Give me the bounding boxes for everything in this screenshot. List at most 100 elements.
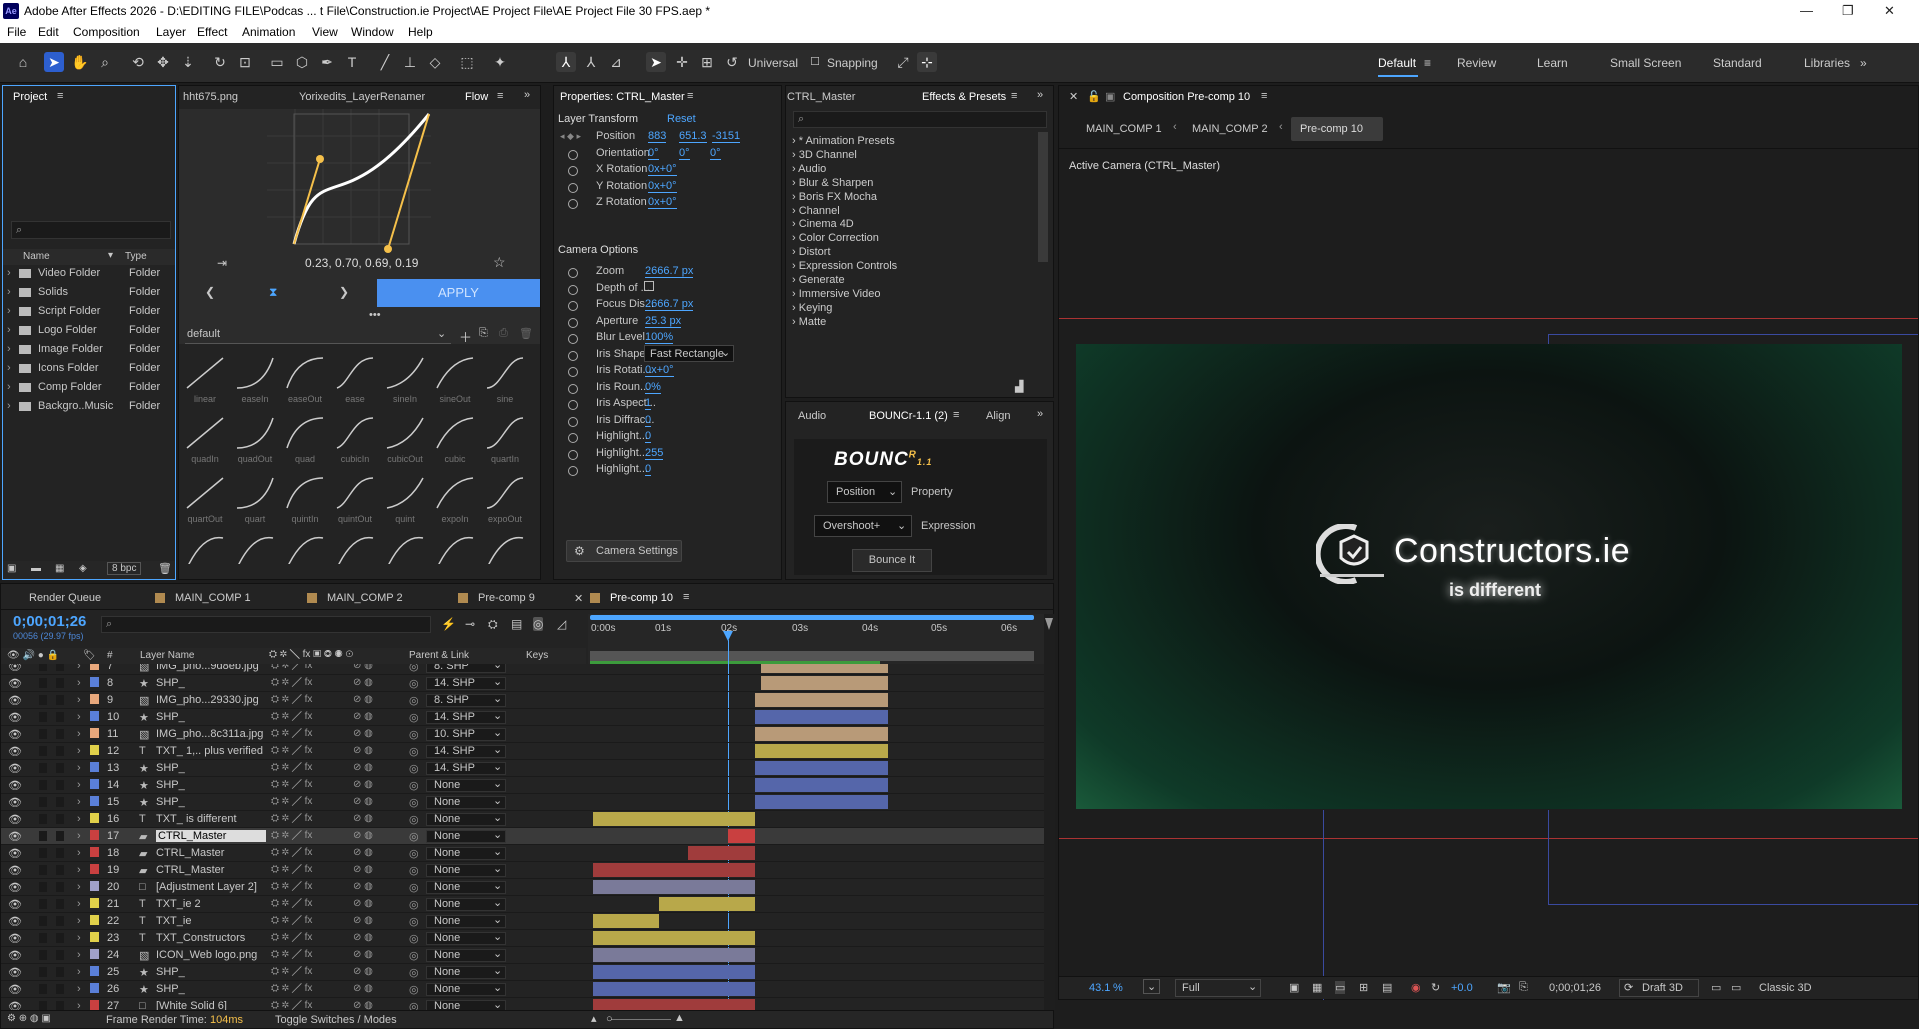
layer-switches[interactable]: ⛭ ✲ ╱ fx bbox=[271, 898, 312, 909]
snap-grid-icon[interactable]: ⊹ bbox=[917, 52, 937, 72]
layer-switches[interactable]: ⛭ ✲ ╱ fx bbox=[271, 728, 312, 739]
layer-name[interactable]: CTRL_Master bbox=[156, 864, 224, 876]
label-color-chip[interactable] bbox=[90, 830, 99, 840]
transform-value[interactable]: 0° bbox=[648, 147, 659, 160]
maximize-icon[interactable]: ❐ bbox=[1842, 3, 1854, 19]
save-preset-icon[interactable]: ⎘ bbox=[479, 327, 488, 340]
frame-blending-icon[interactable]: ▤ bbox=[511, 617, 522, 631]
clone-stamp-icon[interactable]: ⊥ bbox=[400, 52, 420, 72]
layer-switches[interactable]: ⛭ ✲ ╱ fx bbox=[271, 881, 312, 892]
reset-exposure-icon[interactable]: ↻ bbox=[1431, 981, 1440, 994]
expand-arrow-icon[interactable]: › bbox=[792, 316, 799, 328]
twirl-arrow-icon[interactable]: › bbox=[77, 898, 81, 910]
layer-row[interactable]: 👁 › 22 T TXT_ie ⛭ ✲ ╱ fx ⊘ ◍ ◎ None ⌄ bbox=[1, 913, 1048, 930]
bouncr-menu-icon[interactable]: ≡ bbox=[953, 409, 959, 421]
layer-name[interactable]: CTRL_Master bbox=[156, 847, 224, 859]
toggle-switches-modes[interactable]: Toggle Switches / Modes bbox=[275, 1014, 397, 1026]
solo-toggle[interactable] bbox=[39, 882, 47, 892]
menu-view[interactable]: View bbox=[312, 25, 338, 39]
workspace-default[interactable]: Default bbox=[1378, 56, 1416, 70]
effects-category[interactable]: › Keying bbox=[792, 302, 832, 314]
viewer-timecode[interactable]: 0;00;01;26 bbox=[1549, 982, 1601, 994]
pick-whip-icon[interactable]: ◎ bbox=[409, 694, 419, 707]
expand-arrow-icon[interactable]: › bbox=[7, 362, 11, 374]
visibility-eye-icon[interactable]: 👁 bbox=[8, 745, 22, 758]
twirl-arrow-icon[interactable]: › bbox=[77, 745, 81, 757]
twirl-arrow-icon[interactable]: › bbox=[77, 983, 81, 995]
puppet-tool-icon[interactable]: ✦ bbox=[490, 52, 510, 72]
layer-switches-3d[interactable]: ⊘ ◍ bbox=[353, 881, 373, 892]
pick-whip-icon[interactable]: ◎ bbox=[409, 949, 419, 962]
stopwatch-icon[interactable] bbox=[568, 317, 578, 328]
tab-precomp-9[interactable]: Pre-comp 9 bbox=[478, 592, 535, 604]
extended-viewer-icon[interactable]: ▭ bbox=[1731, 981, 1741, 994]
transform-value[interactable]: 0x+0° bbox=[648, 180, 677, 193]
label-color-chip[interactable] bbox=[90, 949, 99, 959]
bezier-editor[interactable] bbox=[179, 109, 540, 344]
interpret-footage-icon[interactable]: ▣ bbox=[7, 563, 16, 574]
export-preset-icon[interactable]: ⎙ bbox=[499, 327, 508, 340]
zoom-tool-icon[interactable]: ⌕ bbox=[95, 52, 115, 72]
twirl-arrow-icon[interactable]: › bbox=[77, 830, 81, 842]
expand-arrow-icon[interactable]: › bbox=[792, 246, 799, 258]
breadcrumb-current[interactable]: Pre-comp 10 bbox=[1291, 117, 1383, 141]
effects-category[interactable]: › Audio bbox=[792, 163, 826, 175]
effects-category[interactable]: › Matte bbox=[792, 316, 826, 328]
label-color-chip[interactable] bbox=[90, 898, 99, 908]
solo-toggle[interactable] bbox=[39, 780, 47, 790]
effects-category[interactable]: › Expression Controls bbox=[792, 260, 897, 272]
solo-toggle[interactable] bbox=[39, 763, 47, 773]
tab-align[interactable]: Align bbox=[986, 410, 1010, 422]
layer-name[interactable]: SHP_ bbox=[156, 677, 185, 689]
transform-value[interactable]: 883 bbox=[648, 130, 667, 143]
expand-arrow-icon[interactable]: › bbox=[792, 232, 799, 244]
project-item[interactable]: › Icons Folder Folder bbox=[3, 361, 175, 378]
twirl-arrow-icon[interactable]: › bbox=[77, 813, 81, 825]
import-icon[interactable]: ⇥ bbox=[217, 256, 227, 270]
layer-switches[interactable]: ⛭ ✲ ╱ fx bbox=[271, 949, 312, 960]
layer-name[interactable]: SHP_ bbox=[156, 966, 185, 978]
tab-hht675[interactable]: hht675.png bbox=[183, 91, 238, 103]
layer-name[interactable]: IMG_pho...8c311a.jpg bbox=[156, 728, 263, 740]
close-icon[interactable]: ✕ bbox=[1884, 3, 1895, 19]
visibility-eye-icon[interactable]: 👁 bbox=[8, 898, 22, 911]
ease-preset-quintIn[interactable]: quintIn bbox=[283, 474, 327, 534]
new-comp-icon[interactable]: ▦ bbox=[55, 563, 64, 574]
orbit-tool-icon[interactable]: ⟲ bbox=[128, 52, 148, 72]
layer-switches[interactable]: ⛭ ✲ ╱ fx bbox=[271, 796, 312, 807]
keyframe-nav-icon[interactable]: ◂ ◆ ▸ bbox=[560, 131, 581, 142]
panel-overflow-icon[interactable]: » bbox=[1037, 89, 1043, 101]
camera-value[interactable]: 2666.7 px bbox=[645, 265, 694, 278]
layer-duration-bar[interactable] bbox=[593, 999, 755, 1010]
expand-arrow-icon[interactable]: › bbox=[792, 149, 799, 161]
project-search-input[interactable]: ⌕ bbox=[11, 221, 171, 239]
effects-category[interactable]: › Immersive Video bbox=[792, 288, 880, 300]
pick-whip-icon[interactable]: ◎ bbox=[409, 881, 419, 894]
tab-effects-presets[interactable]: Effects & Presets bbox=[922, 91, 1006, 103]
twirl-arrow-icon[interactable]: › bbox=[77, 779, 81, 791]
transform-value[interactable]: 651.3 bbox=[679, 130, 707, 143]
layer-switches[interactable]: ⛭ ✲ ╱ fx bbox=[271, 694, 312, 705]
add-preset-icon[interactable]: ＋ bbox=[459, 327, 472, 346]
work-area-bar[interactable] bbox=[590, 615, 1034, 620]
layer-switches-3d[interactable]: ⊘ ◍ bbox=[353, 1000, 373, 1010]
stopwatch-icon[interactable] bbox=[568, 416, 578, 427]
lock-toggle[interactable] bbox=[56, 712, 64, 722]
solo-toggle[interactable] bbox=[39, 848, 47, 858]
expand-arrow-icon[interactable]: › bbox=[7, 343, 11, 355]
layer-duration-bar[interactable] bbox=[593, 948, 755, 962]
solo-toggle[interactable] bbox=[39, 797, 47, 807]
menu-effect[interactable]: Effect bbox=[197, 25, 227, 39]
show-snapshot-icon[interactable]: ⎘ bbox=[1519, 981, 1528, 994]
solo-toggle[interactable] bbox=[39, 865, 47, 875]
label-color-chip[interactable] bbox=[90, 745, 99, 755]
expand-arrow-icon[interactable]: › bbox=[792, 274, 799, 286]
twirl-arrow-icon[interactable]: › bbox=[77, 664, 81, 672]
iris-shape-select[interactable]: Fast Rectangle ⌄ bbox=[644, 344, 734, 362]
layer-switches[interactable]: ⛭ ✲ ╱ fx bbox=[271, 664, 312, 671]
expand-arrow-icon[interactable]: › bbox=[792, 218, 799, 230]
solo-toggle[interactable] bbox=[39, 831, 47, 841]
twirl-arrow-icon[interactable]: › bbox=[77, 796, 81, 808]
layer-duration-bar[interactable] bbox=[728, 829, 755, 843]
layer-duration-bar[interactable] bbox=[659, 897, 755, 911]
